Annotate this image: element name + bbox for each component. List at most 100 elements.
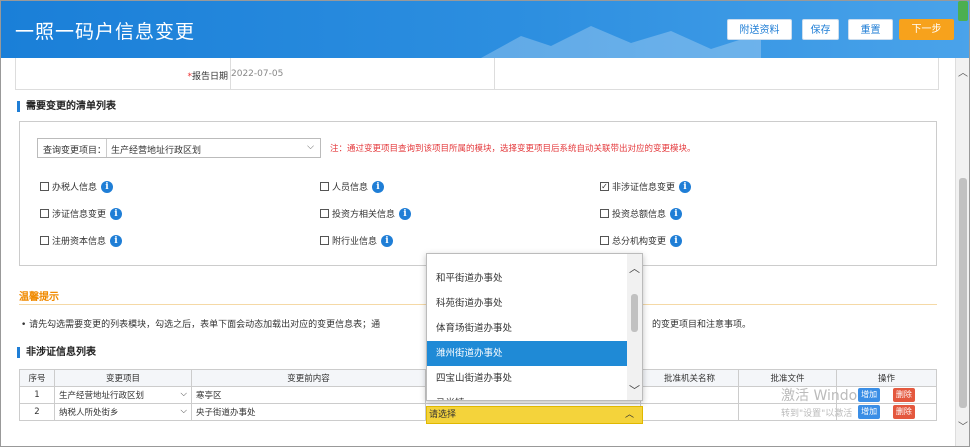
checkbox-label: 非涉证信息变更 xyxy=(612,183,676,193)
col-header: 批准机关名称 xyxy=(640,369,739,387)
main-content: *报告日期 2022-07-05 需要变更的清单列表 查询变更项目： 生产经营地… xyxy=(1,58,957,446)
checkbox-investment-total[interactable]: 投资总额信息 i xyxy=(600,207,683,220)
approval-authority[interactable] xyxy=(640,403,739,421)
checkbox-box[interactable] xyxy=(40,209,49,218)
tips-title: 温馨提示 xyxy=(19,292,59,303)
info-icon[interactable]: i xyxy=(670,207,683,220)
checkbox-tax-officer[interactable]: 办税人信息 i xyxy=(40,180,114,193)
col-header: 序号 xyxy=(19,369,55,387)
dropdown-option-active[interactable]: 潍州街道办事处 xyxy=(427,341,627,366)
checkbox-industry[interactable]: 附行业信息 i xyxy=(320,234,394,247)
checkbox-box[interactable] xyxy=(320,236,329,245)
before-content: 央子街道办事处 xyxy=(191,403,426,421)
add-button[interactable]: 增加 xyxy=(858,388,881,402)
next-step-button[interactable]: 下一步 xyxy=(899,19,954,40)
info-icon[interactable]: i xyxy=(101,180,114,193)
scrollbar-thumb[interactable] xyxy=(959,178,967,408)
checkbox-label: 投资总额信息 xyxy=(612,210,667,220)
add-button[interactable]: 增加 xyxy=(858,405,881,419)
dropdown-scrollbar[interactable]: ︿ ﹀ xyxy=(627,254,642,400)
info-icon[interactable]: i xyxy=(381,234,394,247)
checkbox-registered-capital[interactable]: 注册资本信息 i xyxy=(40,234,123,247)
checkbox-box-checked[interactable]: ✓ xyxy=(600,182,609,191)
checkbox-box[interactable] xyxy=(40,236,49,245)
dropdown-option[interactable]: 马尚镇 xyxy=(427,391,627,400)
checkbox-box[interactable] xyxy=(320,209,329,218)
corner-indicator xyxy=(958,1,968,21)
checkbox-label: 注册资本信息 xyxy=(52,237,107,247)
checkbox-personnel[interactable]: 人员信息 i xyxy=(320,180,385,193)
activation-watermark: 激活 Windo xyxy=(781,388,858,404)
report-date-label-text: 报告日期 xyxy=(191,72,228,82)
checkbox-cert-change[interactable]: 涉证信息变更 i xyxy=(40,207,123,220)
query-select[interactable]: 查询变更项目： 生产经营地址行政区划 ⌵ xyxy=(37,138,321,158)
delete-button[interactable]: 删除 xyxy=(892,405,915,419)
chevron-down-icon[interactable]: ﹀ xyxy=(629,382,640,398)
change-item-select[interactable]: 纳税人所处街乡 ⌵ xyxy=(54,403,192,421)
change-item-value: 纳税人所处街乡 xyxy=(59,408,119,418)
col-header: 批准文件 xyxy=(738,369,837,387)
dropdown-option-partial[interactable]: … xyxy=(427,254,627,263)
change-item-value: 生产经营地址行政区划 xyxy=(59,391,145,401)
info-icon[interactable]: i xyxy=(110,234,123,247)
checkbox-non-cert-change[interactable]: ✓ 非涉证信息变更 i xyxy=(600,180,692,193)
dropdown-option[interactable]: 四宝山街道办事处 xyxy=(427,366,627,391)
delete-button[interactable]: 删除 xyxy=(892,388,915,402)
checkbox-label: 附行业信息 xyxy=(332,237,378,247)
checkbox-box[interactable] xyxy=(600,209,609,218)
before-content: 寒亭区 xyxy=(191,386,426,404)
query-label: 查询变更项目： xyxy=(43,146,107,156)
tips-text-tail: 的变更项目和注意事项。 xyxy=(652,320,752,330)
checkbox-label: 涉证信息变更 xyxy=(52,210,107,220)
change-list-panel: 查询变更项目： 生产经营地址行政区划 ⌵ 注：通过变更项目查询到该项目所属的模块… xyxy=(19,121,937,266)
col-header: 操作 xyxy=(836,369,937,387)
checkbox-label: 人员信息 xyxy=(332,183,369,193)
divider xyxy=(106,139,107,157)
info-icon[interactable]: i xyxy=(679,180,692,193)
info-icon[interactable]: i xyxy=(372,180,385,193)
activation-watermark-sub: 转到"设置"以激活 xyxy=(781,409,853,419)
checkbox-branch-change[interactable]: 总分机构变更 i xyxy=(600,234,683,247)
query-value: 生产经营地址行政区划 xyxy=(111,146,202,156)
checkbox-investor[interactable]: 投资方相关信息 i xyxy=(320,207,412,220)
chevron-down-icon: ⌵ xyxy=(307,142,314,152)
report-date-value: 2022-07-05 xyxy=(231,69,284,79)
chevron-up-icon[interactable]: ︿ xyxy=(629,260,640,276)
checkbox-box[interactable] xyxy=(320,182,329,191)
change-item-select[interactable]: 生产经营地址行政区划 ⌵ xyxy=(54,386,192,404)
checkbox-label: 办税人信息 xyxy=(52,183,98,193)
divider xyxy=(494,58,495,90)
approval-authority[interactable] xyxy=(640,386,739,404)
chevron-up-icon: ︿ xyxy=(624,410,634,420)
tips-text: • 请先勾选需要变更的列表模块，勾选之后，表单下面会动态加载出对应的变更信息表；… xyxy=(21,320,381,330)
info-icon[interactable]: i xyxy=(670,234,683,247)
page-scrollbar[interactable]: ︿ ﹀ xyxy=(955,58,969,446)
dropdown-option[interactable]: 科苑街道办事处 xyxy=(427,291,627,316)
save-button[interactable]: 保存 xyxy=(802,19,839,40)
checkbox-box[interactable] xyxy=(40,182,49,191)
reset-button[interactable]: 重置 xyxy=(848,19,893,40)
dropdown-option[interactable]: 体育场街道办事处 xyxy=(427,316,627,341)
report-date-row: *报告日期 2022-07-05 xyxy=(15,58,939,90)
chevron-down-icon[interactable]: ﹀ xyxy=(958,418,968,433)
chevron-up-icon[interactable]: ︿ xyxy=(958,64,968,79)
attach-documents-button[interactable]: 附送资料 xyxy=(727,19,792,40)
dropdown-option[interactable]: 和平街道办事处 xyxy=(427,266,627,291)
header-decoration xyxy=(481,26,761,58)
checkbox-label: 总分机构变更 xyxy=(612,237,667,247)
header-bar: 一照一码户信息变更 附送资料 保存 重置 下一步 xyxy=(1,1,969,58)
col-header: 变更项目 xyxy=(54,369,192,387)
info-icon[interactable]: i xyxy=(110,207,123,220)
row-no: 2 xyxy=(19,403,55,421)
checkbox-box[interactable] xyxy=(600,236,609,245)
after-content-select[interactable]: 请选择 ︿ xyxy=(426,406,643,424)
info-icon[interactable]: i xyxy=(399,207,412,220)
section-title-change-list: 需要变更的清单列表 xyxy=(17,101,116,112)
street-dropdown-list[interactable]: … 和平街道办事处 科苑街道办事处 体育场街道办事处 潍州街道办事处 四宝山街道… xyxy=(426,253,643,401)
query-note: 注：通过变更项目查询到该项目所属的模块，选择变更项目后系统自动关联带出对应的变更… xyxy=(330,144,696,154)
chevron-down-icon: ⌵ xyxy=(180,389,187,399)
page-title: 一照一码户信息变更 xyxy=(15,21,196,43)
scrollbar-thumb[interactable] xyxy=(631,294,638,332)
app-window: 一照一码户信息变更 附送资料 保存 重置 下一步 *报告日期 2022-07-0… xyxy=(0,0,970,447)
section-title-non-cert: 非涉证信息列表 xyxy=(17,347,96,358)
